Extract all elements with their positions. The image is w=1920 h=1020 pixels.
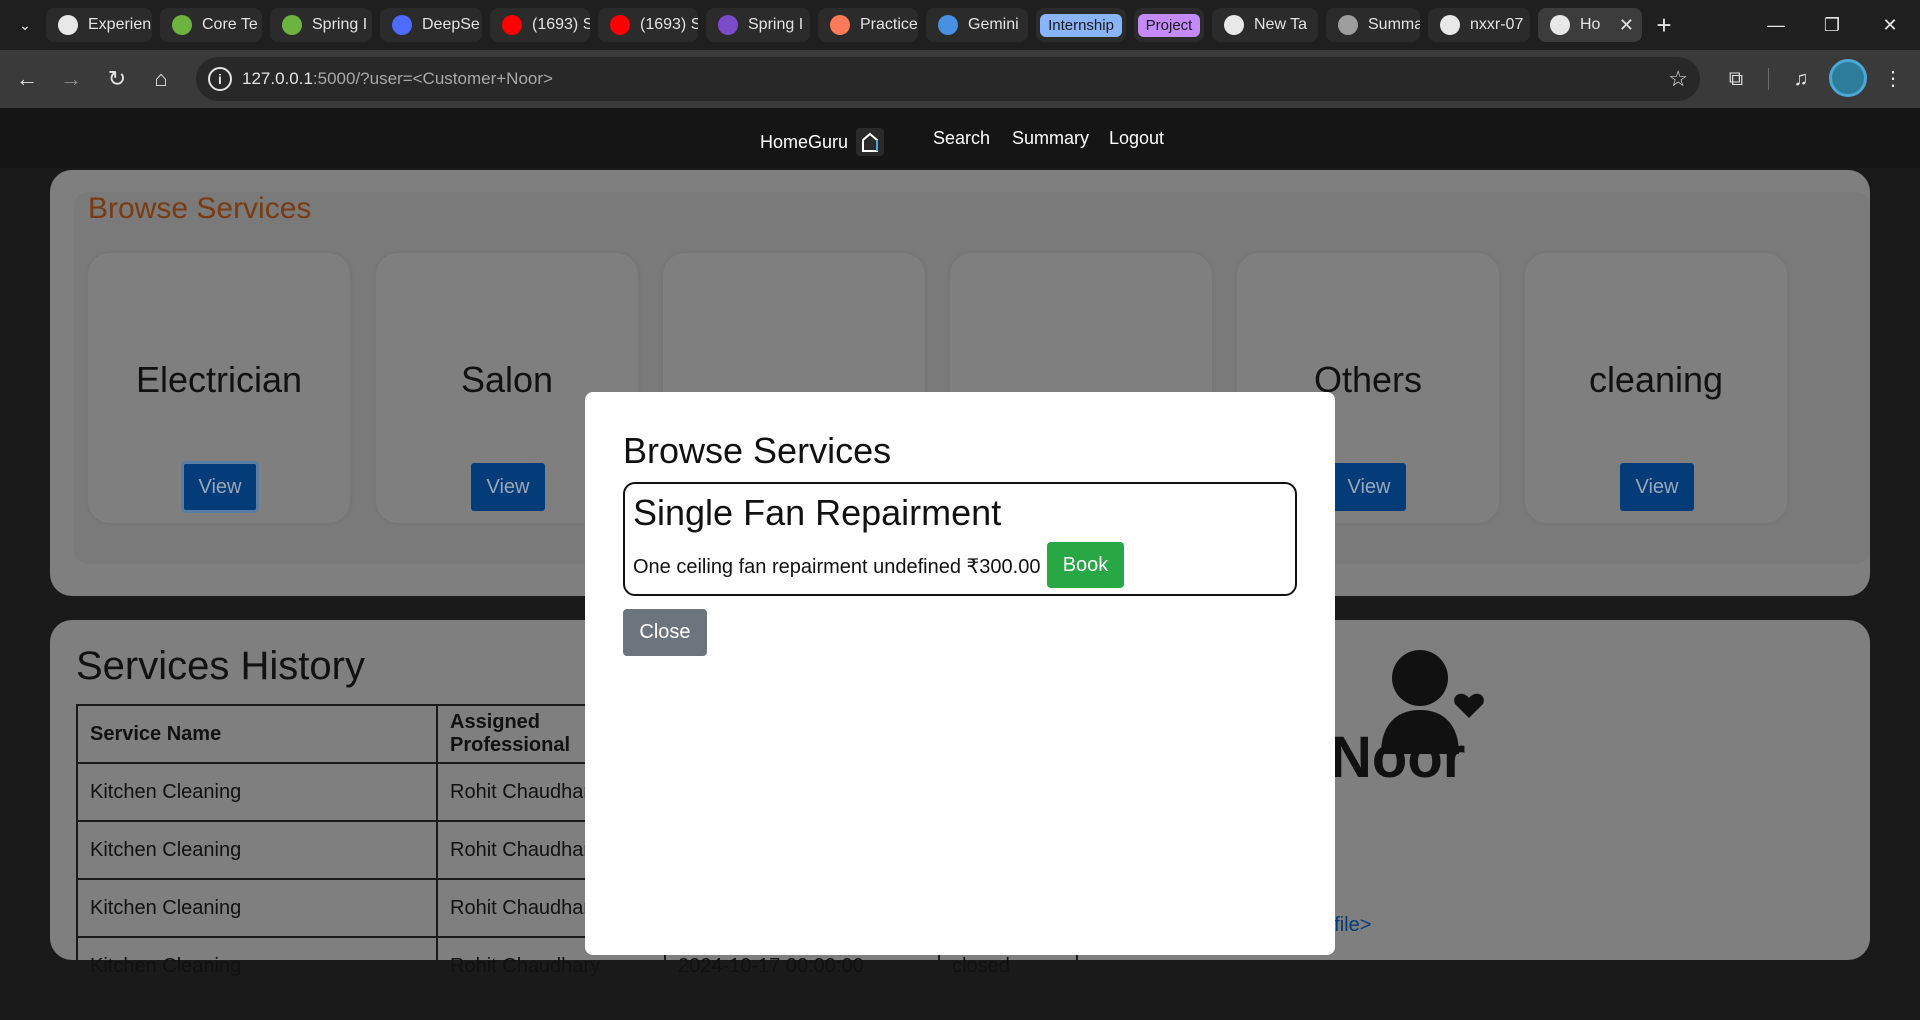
- browser-tab-label: Gemini: [968, 16, 1019, 33]
- service-category-card: Electrician View: [88, 253, 350, 523]
- new-tab-button[interactable]: +: [1650, 12, 1678, 40]
- url-path: :5000/?user=<Customer+Noor>: [312, 69, 553, 88]
- home-icon[interactable]: ⌂: [146, 64, 176, 94]
- browser-tab[interactable]: Summa: [1326, 8, 1420, 42]
- browser-tab-label: (1693) S: [532, 16, 590, 33]
- gemini-sparkle-icon: [938, 15, 958, 35]
- youtube-icon: [610, 15, 630, 35]
- rocket-icon: [830, 15, 850, 35]
- back-arrow-icon[interactable]: ←: [12, 64, 42, 94]
- browser-tab[interactable]: Ho ✕: [1538, 8, 1642, 42]
- table-cell: Kitchen Cleaning: [76, 762, 438, 822]
- browser-tab-label: nxxr-07: [1470, 16, 1524, 33]
- circle-gear-icon: [58, 15, 78, 35]
- browser-tab-label: Experien: [88, 16, 152, 33]
- globe-icon: [1338, 15, 1358, 35]
- brand-name: HomeGuru: [760, 131, 849, 152]
- tab-group-project[interactable]: Project: [1134, 8, 1204, 42]
- url-host: 127.0.0.1: [242, 69, 313, 88]
- col-service-name: Service Name: [76, 704, 438, 764]
- bookmark-star-icon[interactable]: ☆: [1668, 66, 1688, 92]
- address-bar[interactable]: i 127.0.0.1:5000/?user=<Customer+Noor> ☆: [196, 57, 1700, 101]
- browser-tab[interactable]: Core Te: [160, 8, 262, 42]
- browser-tab-label: DeepSe: [422, 16, 480, 33]
- view-category-button[interactable]: View: [1332, 463, 1406, 511]
- services-history-title: Services History: [76, 644, 365, 688]
- table-cell: Kitchen Cleaning: [76, 878, 438, 938]
- service-category-name: Electrician: [135, 359, 303, 400]
- close-tab-icon[interactable]: ✕: [1619, 15, 1634, 36]
- browser-tab-strip: ⌄ Experien Core Te Spring I DeepSe (1693) S (…: [0, 0, 1920, 50]
- browser-tab[interactable]: Spring I: [270, 8, 372, 42]
- browser-tab[interactable]: Experien: [46, 8, 152, 42]
- browser-tab-label: (1693) S: [640, 16, 698, 33]
- table-cell: Kitchen Cleaning: [76, 820, 438, 880]
- profile-name: Noor: [1330, 725, 1466, 790]
- browser-tab[interactable]: Gemini: [926, 8, 1028, 42]
- tab-search-chevron-icon[interactable]: ⌄: [12, 12, 38, 38]
- service-item: Single Fan Repairment One ceiling fan re…: [623, 482, 1297, 596]
- menu-kebab-icon[interactable]: ⋮: [1878, 64, 1908, 94]
- service-item-description: One ceiling fan repairment undefined ₹30…: [633, 556, 1041, 578]
- profile-avatar[interactable]: [1829, 59, 1867, 97]
- close-modal-button[interactable]: Close: [623, 609, 707, 656]
- media-control-icon[interactable]: ♫: [1786, 64, 1816, 94]
- tab-group-internship[interactable]: Internship: [1036, 8, 1126, 42]
- web-page: HomeGuru Search Summary Logout Browse Se…: [0, 108, 1920, 1020]
- service-category-name: cleaning: [1588, 359, 1724, 400]
- tab-group-label: Internship: [1040, 13, 1122, 37]
- browser-tab[interactable]: (1693) S: [598, 8, 698, 42]
- nav-logout-link[interactable]: Logout: [1109, 128, 1164, 149]
- chrome-icon: [1224, 15, 1244, 35]
- url-text[interactable]: 127.0.0.1:5000/?user=<Customer+Noor>: [242, 69, 553, 89]
- spring-leaf-icon: [282, 15, 302, 35]
- view-category-button[interactable]: View: [1620, 463, 1694, 511]
- browser-tab-label: Core Te: [202, 16, 258, 33]
- book-button[interactable]: Book: [1047, 542, 1124, 588]
- toolbar-divider: [1768, 68, 1769, 90]
- nav-search-link[interactable]: Search: [933, 128, 990, 149]
- browse-services-modal: Browse Services Single Fan Repairment On…: [585, 392, 1335, 955]
- service-item-name: Single Fan Repairment: [633, 492, 1002, 533]
- spring-leaf-icon: [172, 15, 192, 35]
- github-icon: [1440, 15, 1460, 35]
- home-icon: [1550, 15, 1570, 35]
- app-navbar: HomeGuru Search Summary Logout: [0, 108, 1920, 168]
- browser-tab-label: Spring I: [312, 16, 368, 33]
- deepseek-whale-icon: [392, 15, 412, 35]
- browser-tab-label: Spring I: [748, 16, 804, 33]
- browser-tab-label: Summa: [1368, 16, 1420, 33]
- brand[interactable]: HomeGuru: [760, 128, 885, 156]
- browser-tab[interactable]: Spring I: [706, 8, 810, 42]
- view-category-button[interactable]: View: [471, 463, 545, 511]
- view-category-button[interactable]: View: [181, 461, 259, 513]
- nav-summary-link[interactable]: Summary: [1012, 128, 1089, 149]
- browse-services-title: Browse Services: [88, 192, 312, 225]
- reload-icon[interactable]: ↻: [102, 64, 132, 94]
- minimize-button[interactable]: —: [1756, 10, 1796, 40]
- browser-toolbar: ← → ↻ ⌂ i 127.0.0.1:5000/?user=<Customer…: [0, 50, 1920, 108]
- modal-title: Browse Services: [623, 430, 892, 471]
- site-info-icon[interactable]: i: [208, 67, 232, 91]
- browser-tab[interactable]: nxxr-07: [1428, 8, 1530, 42]
- browser-tab-label: Practice: [860, 16, 918, 33]
- youtube-icon: [502, 15, 522, 35]
- table-cell: Kitchen Cleaning: [76, 936, 438, 996]
- spring-chevron-icon: [718, 15, 738, 35]
- tab-group-label: Project: [1137, 13, 1201, 37]
- restore-button[interactable]: ❐: [1812, 10, 1852, 40]
- home-logo-icon: [856, 128, 885, 156]
- service-category-card: cleaning View: [1525, 253, 1787, 523]
- browser-tab-label: New Ta: [1254, 16, 1308, 33]
- browser-tab[interactable]: (1693) S: [490, 8, 590, 42]
- extensions-puzzle-icon[interactable]: ⧉: [1721, 64, 1751, 94]
- close-window-button[interactable]: ✕: [1870, 10, 1910, 40]
- forward-arrow-icon[interactable]: →: [56, 64, 86, 94]
- browser-tab[interactable]: DeepSe: [380, 8, 482, 42]
- browser-tab-label: Ho: [1580, 16, 1601, 33]
- browser-tab[interactable]: New Ta: [1212, 8, 1318, 42]
- browser-tab[interactable]: Practice: [818, 8, 918, 42]
